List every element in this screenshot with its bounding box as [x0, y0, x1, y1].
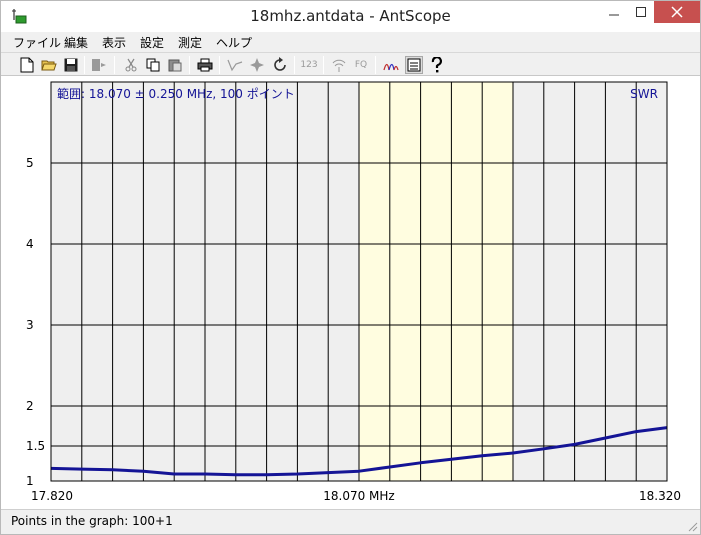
print-button[interactable] — [196, 56, 214, 74]
y-tick-label: 2 — [26, 399, 34, 413]
toolbar-separator — [375, 56, 376, 74]
copy-icon — [146, 58, 160, 72]
list-view-button[interactable] — [405, 56, 423, 74]
frequency-button[interactable]: FQ — [352, 56, 370, 74]
status-bar: Points in the graph: 100+1 — [1, 509, 700, 534]
paste-button[interactable] — [166, 56, 184, 74]
wireless-icon — [332, 59, 346, 72]
band-highlight — [359, 82, 513, 481]
toolbar-separator — [294, 56, 295, 74]
new-file-icon — [20, 57, 34, 73]
waveform-icon — [383, 63, 399, 71]
numeric-icon: 123 — [300, 60, 318, 70]
toolbar-separator — [114, 56, 115, 74]
toolbar-separator — [189, 56, 190, 74]
cut-icon — [125, 58, 137, 72]
menu-bar: ファイル 編集 表示 設定 測定 ヘルプ — [1, 32, 700, 52]
save-disk-icon — [64, 58, 78, 72]
refresh-button[interactable] — [271, 56, 289, 74]
waveform-button[interactable] — [382, 56, 400, 74]
y-tick-label: 3 — [26, 318, 34, 332]
export-icon — [92, 59, 106, 71]
copy-button[interactable] — [144, 56, 162, 74]
title-bar: 18mhz.antdata - AntScope — [1, 1, 700, 32]
range-label: 範囲: 18.070 ± 0.250 MHz, 100 ポイント — [57, 86, 295, 101]
y-axis-ticks: 1 1.5 2 3 4 5 — [26, 156, 45, 488]
app-window: 18mhz.antdata - AntScope ファイル 編集 表示 設定 測… — [0, 0, 701, 535]
star-icon — [250, 58, 264, 72]
menu-edit[interactable]: 編集 — [64, 34, 88, 51]
toolbar-separator — [84, 56, 85, 74]
minimize-icon — [609, 14, 619, 16]
swr-chart[interactable]: 1 1.5 2 3 4 5 17.820 18.070 MHz 18.320 範囲: 18.0… — [1, 76, 700, 509]
resize-grip-icon[interactable] — [686, 520, 698, 532]
toolbar-separator — [323, 56, 324, 74]
open-folder-icon — [41, 60, 57, 71]
menu-settings[interactable]: 設定 — [140, 34, 164, 51]
help-button[interactable] — [428, 56, 446, 74]
menu-file[interactable]: ファイル — [13, 34, 61, 51]
y-tick-label: 1.5 — [26, 439, 45, 453]
window-title: 18mhz.antdata - AntScope — [250, 7, 451, 25]
paste-icon — [168, 59, 182, 72]
y-tick-label: 4 — [26, 237, 34, 251]
series-label: SWR — [630, 87, 658, 101]
wireless-button[interactable] — [330, 56, 348, 74]
menu-help[interactable]: ヘルプ — [216, 34, 252, 51]
maximize-icon — [635, 7, 646, 17]
x-tick-label: 17.820 — [31, 489, 73, 503]
refresh-icon — [274, 57, 286, 71]
menu-view[interactable]: 表示 — [102, 34, 126, 51]
status-text: Points in the graph: 100+1 — [11, 514, 173, 528]
new-file-button[interactable] — [18, 56, 36, 74]
save-button[interactable] — [62, 56, 80, 74]
single-scan-icon — [227, 59, 243, 72]
x-axis-ticks: 17.820 18.070 MHz 18.320 — [31, 489, 681, 503]
y-tick-label: 5 — [26, 156, 34, 170]
swr-chart-area[interactable]: 1 1.5 2 3 4 5 17.820 18.070 MHz 18.320 範囲: 18.0… — [1, 76, 700, 509]
toolbar: 123 FQ — [1, 52, 700, 76]
open-file-button[interactable] — [40, 56, 58, 74]
menu-measure[interactable]: 測定 — [178, 34, 202, 51]
help-icon — [431, 57, 442, 73]
x-tick-label: 18.070 MHz — [323, 489, 394, 503]
x-tick-label: 18.320 — [639, 489, 681, 503]
cut-button[interactable] — [122, 56, 140, 74]
maximize-button[interactable] — [627, 1, 654, 23]
numeric-button[interactable]: 123 — [300, 56, 318, 74]
toolbar-separator — [219, 56, 220, 74]
minimize-button[interactable] — [601, 1, 627, 23]
close-button[interactable] — [654, 1, 700, 23]
single-scan-button[interactable] — [226, 56, 244, 74]
y-tick-label: 1 — [26, 474, 34, 488]
export-button[interactable] — [90, 56, 108, 74]
print-icon — [197, 58, 213, 72]
close-icon — [671, 6, 683, 18]
continuous-scan-button[interactable] — [248, 56, 266, 74]
frequency-icon: FQ — [354, 60, 368, 70]
list-view-icon — [407, 58, 421, 72]
grid-lines — [51, 82, 667, 481]
